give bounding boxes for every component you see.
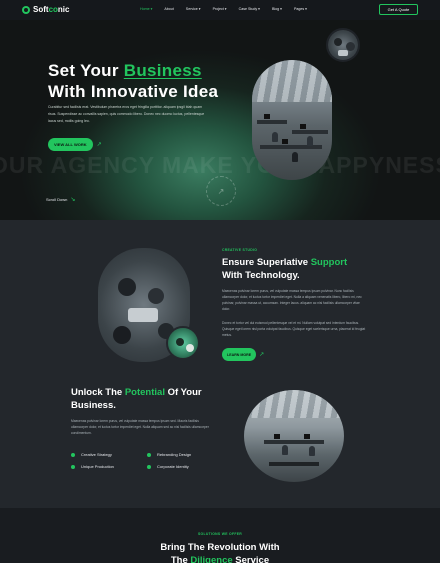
view-all-work-label: VIEW ALL WORK [48,138,93,151]
view-all-work-button[interactable]: VIEW ALL WORK ↗ [48,138,102,151]
hero-section: OUR AGENCY MAKE YOU HAPPYNESS Set Your B… [0,20,440,220]
bullet-icon [147,464,151,469]
hero-team-thumbnail [326,28,360,62]
support-kicker: CREATIVE STUDIO [222,248,258,252]
nav-item-project[interactable]: Project ▾ [213,7,227,11]
bullet-icon [71,452,75,457]
rotating-badge: ↗ [206,176,236,206]
feature-list: Creative Strategy Rebranding Design Uniq… [71,452,227,469]
bullet-icon [71,464,75,469]
nav-item-pages[interactable]: Pages ▾ [294,7,307,11]
arrow-right-icon: ↗ [96,142,102,148]
support-paragraph-1: Maecenas pulvinar lorem purus, vel vulpu… [222,289,362,311]
nav-item-case-study[interactable]: Case Study ▾ [239,7,260,11]
arrow-icon: ↗ [217,186,225,196]
learn-more-button[interactable]: LEARN MORE ↗ [222,348,264,361]
main-menu: Home ▾ About Service ▾ Project ▾ Case St… [140,7,307,11]
hero-marquee-text: OUR AGENCY MAKE YOU HAPPYNESS [0,152,440,178]
top-navbar: Softconic Home ▾ About Service ▾ Project… [0,0,440,20]
logo-icon [22,5,30,14]
scroll-down-link[interactable]: Scroll Down ↘ [46,196,75,203]
hero-title: Set Your Business With Innovative Idea [48,61,219,101]
revolution-kicker: SOLUTIONS WE OFFER [197,532,242,536]
list-item: Rebranding Design [147,452,227,457]
potential-paragraph: Maecenas pulvinar lorem purus, vel vulpu… [71,419,209,435]
list-item: Creative Strategy [71,452,147,457]
scroll-down-label: Scroll Down [46,197,68,202]
learn-more-label: LEARN MORE [222,348,257,361]
arrow-down-icon: ↘ [70,197,76,203]
hero-office-photo [252,60,332,180]
bullet-icon [147,452,151,457]
potential-office-photo [244,390,344,482]
logo-text: Softconic [33,5,70,14]
support-title: Ensure Superlative Support With Technolo… [222,257,348,281]
revolution-title: Bring The Revolution With The Diligence … [160,542,280,563]
nav-item-about[interactable]: About [164,7,173,11]
nav-item-service[interactable]: Service ▾ [186,7,201,11]
list-item: Unique Production [71,464,147,469]
hero-description: Curabitur sed facilisis erat. Vestibulum… [48,105,205,123]
nav-item-blog[interactable]: Blog ▾ [272,7,282,11]
nav-item-home[interactable]: Home ▾ [140,7,152,11]
list-item: Corporate Identity [147,464,227,469]
potential-title: Unlock The Potential Of Your Business. [71,387,202,411]
logo[interactable]: Softconic [22,5,69,14]
arrow-right-icon: ↗ [259,352,265,358]
support-paragraph-2: Donec et tortor vel dui euismod pellente… [222,321,366,337]
get-quote-button[interactable]: Get A Quote [379,4,418,15]
support-team-thumbnail [166,326,200,360]
